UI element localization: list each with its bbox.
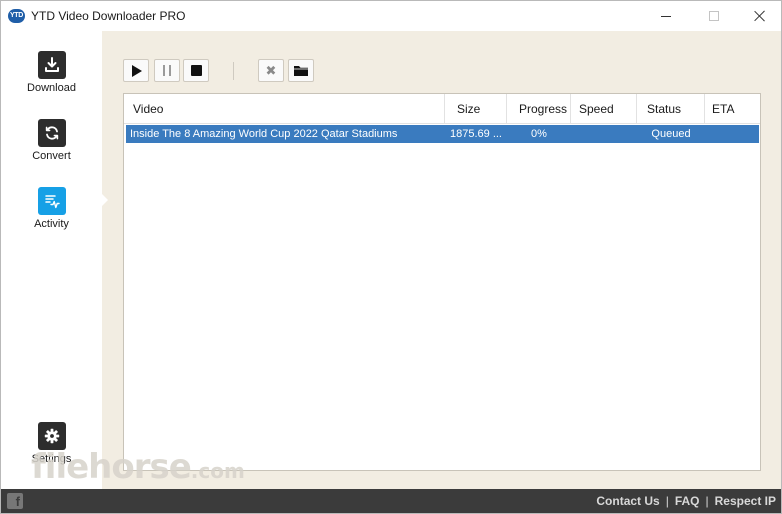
column-header-progress[interactable]: Progress <box>507 94 571 124</box>
gear-icon <box>37 422 66 450</box>
folder-icon <box>294 66 308 76</box>
facebook-icon[interactable]: f <box>7 493 23 509</box>
footer-separator: | <box>665 494 669 508</box>
footer-bar: f Contact Us | FAQ | Respect IP <box>1 489 781 513</box>
maximize-icon <box>709 11 719 21</box>
sidebar: Download Convert Activity Settings <box>1 31 102 489</box>
cell-eta <box>705 125 759 143</box>
sidebar-item-download[interactable]: Download <box>1 51 102 94</box>
close-icon <box>754 10 766 22</box>
footer-links: Contact Us | FAQ | Respect IP <box>596 494 776 508</box>
column-header-size[interactable]: Size <box>445 94 507 124</box>
pause-icon <box>163 65 171 76</box>
stop-icon <box>190 65 202 76</box>
sidebar-item-convert[interactable]: Convert <box>1 119 102 162</box>
cell-video: Inside The 8 Amazing World Cup 2022 Qata… <box>130 128 398 140</box>
convert-icon <box>37 119 66 147</box>
table-header: Video Size Progress Speed Status ETA <box>124 94 760 124</box>
cell-progress: 0% <box>531 128 547 140</box>
cell-status: Queued <box>651 128 691 140</box>
minimize-button[interactable] <box>643 1 689 31</box>
column-header-eta[interactable]: ETA <box>705 94 760 124</box>
title-bar: YTD YTD Video Downloader PRO <box>1 1 781 31</box>
faq-link[interactable]: FAQ <box>675 494 700 508</box>
sidebar-item-label: Activity <box>34 218 69 230</box>
active-nav-pointer <box>102 194 108 206</box>
table-row[interactable]: Inside The 8 Amazing World Cup 2022 Qata… <box>126 125 759 143</box>
column-header-status[interactable]: Status <box>637 94 705 124</box>
maximize-button[interactable] <box>691 1 737 31</box>
activity-table: Video Size Progress Speed Status ETA Ins… <box>123 93 761 471</box>
column-header-video[interactable]: Video <box>124 94 445 124</box>
cell-size: 1875.69 ... <box>450 128 502 140</box>
watermark-suffix: .com <box>190 459 245 483</box>
watermark-text: filehorse <box>31 447 192 487</box>
stop-button[interactable] <box>183 59 209 82</box>
sidebar-item-label: Download <box>27 82 76 94</box>
activity-icon <box>37 187 66 215</box>
sidebar-item-label: Convert <box>32 150 71 162</box>
watermark-logo: filehorse.com <box>31 447 245 487</box>
cancel-icon: ✖ <box>265 63 277 78</box>
pause-button[interactable] <box>154 59 180 82</box>
app-logo-icon: YTD <box>8 9 25 23</box>
close-button[interactable] <box>737 1 781 31</box>
download-icon <box>37 51 66 79</box>
contact-us-link[interactable]: Contact Us <box>596 494 659 508</box>
window-title: YTD Video Downloader PRO <box>31 9 186 23</box>
footer-separator: | <box>705 494 709 508</box>
app-window: YTD YTD Video Downloader PRO Download Co… <box>0 0 782 514</box>
cancel-button[interactable]: ✖ <box>258 59 284 82</box>
cell-speed <box>571 125 637 143</box>
respect-ip-link[interactable]: Respect IP <box>715 494 776 508</box>
play-icon <box>132 64 142 77</box>
open-folder-button[interactable] <box>288 59 314 82</box>
play-button[interactable] <box>123 59 149 82</box>
sidebar-item-activity[interactable]: Activity <box>1 187 102 230</box>
column-header-speed[interactable]: Speed <box>571 94 637 124</box>
minimize-icon <box>661 15 671 17</box>
toolbar-divider <box>233 62 234 80</box>
